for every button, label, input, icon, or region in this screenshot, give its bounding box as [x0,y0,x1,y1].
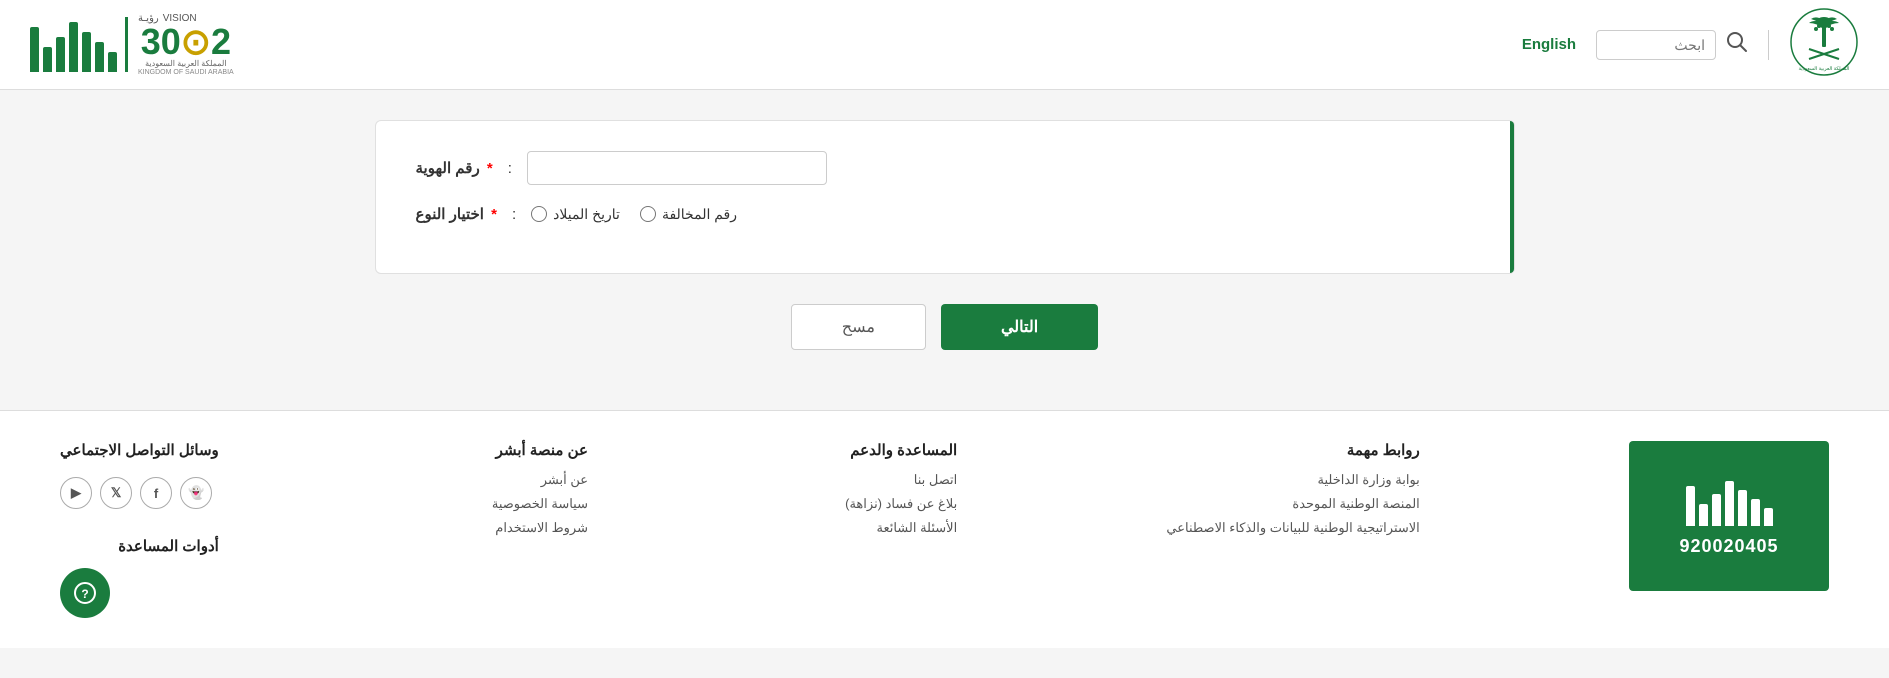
social-icons-group: 👻 f 𝕏 ▶ [60,477,219,509]
header-right: VISION رؤيـة 2⊙30 المملكة العربية السعود… [30,13,234,76]
absher-bars-logo [30,17,128,72]
type-selection-row: تاريخ الميلاد رقم المخالفة : * اختيار ال… [416,205,1474,223]
footer-link-corruption[interactable]: بلاغ عن فساد (نزاهة) [797,496,957,512]
kingdom-label: المملكة العربية السعودية [138,60,234,69]
saudi-emblem: المملكة العربية السعودية [1789,7,1859,82]
header-search [1596,30,1769,60]
id-number-input[interactable] [527,151,827,185]
next-button[interactable]: التالي [941,304,1098,350]
about-absher-title: عن منصة أبشر [428,441,588,459]
type-colon: : [512,206,516,223]
footer-link-ai-strategy[interactable]: الاستراتيجية الوطنية للبيانات والذكاء ال… [1166,520,1419,536]
snapchat-icon[interactable]: 👻 [180,477,212,509]
footer-absher-bars [1686,476,1773,526]
violation-number-option[interactable]: رقم المخالفة [640,206,737,223]
header: المملكة العربية السعودية English VISION … [0,0,1889,90]
footer-link-interior[interactable]: بوابة وزارة الداخلية [1166,472,1419,488]
footer-absher-block: 920020405 [1629,441,1829,591]
vision-2030-logo: VISION رؤيـة 2⊙30 المملكة العربية السعود… [138,13,234,76]
id-number-row: : * رقم الهوية [416,151,1474,185]
type-required-star: * [491,206,497,223]
form-card: : * رقم الهوية تاريخ الميلاد رقم المخالف… [375,120,1515,274]
id-colon: : [508,160,512,177]
type-label-text: اختيار النوع [416,206,484,223]
vision-2030-number: 2⊙30 [138,24,234,60]
footer-support: المساعدة والدعم اتصل بنا بلاغ عن فساد (ن… [797,441,957,536]
tools-title: أدوات المساعدة [60,537,219,555]
footer-about-absher: عن منصة أبشر عن أبشر سياسة الخصوصية شروط… [428,441,588,536]
id-label: * رقم الهوية [416,159,493,177]
svg-text:?: ? [81,587,88,601]
footer-phone: 920020405 [1679,536,1778,557]
footer-link-privacy[interactable]: سياسة الخصوصية [428,496,588,512]
id-required-star: * [487,160,493,177]
footer: 920020405 روابط مهمة بوابة وزارة الداخلي… [0,410,1889,648]
header-left: المملكة العربية السعودية English [1522,7,1859,82]
footer-social-section: وسائل التواصل الاجتماعي 👻 f 𝕏 ▶ أدوات ال… [60,441,219,618]
birth-date-radio[interactable] [531,206,547,222]
footer-main: 920020405 روابط مهمة بوابة وزارة الداخلي… [0,411,1889,648]
footer-link-terms[interactable]: شروط الاستخدام [428,520,588,536]
violation-radio[interactable] [640,206,656,222]
type-radio-group: تاريخ الميلاد رقم المخالفة [531,206,737,223]
clear-button[interactable]: مسح [791,304,926,350]
main-content: : * رقم الهوية تاريخ الميلاد رقم المخالف… [345,120,1545,350]
footer-link-faq[interactable]: الأسئلة الشائعة [797,520,957,536]
birth-date-option[interactable]: تاريخ الميلاد [531,206,620,223]
youtube-icon[interactable]: ▶ [60,477,92,509]
footer-link-contact[interactable]: اتصل بنا [797,472,957,488]
kingdom-en-label: KINGDOM OF SAUDI ARABIA [138,69,234,77]
footer-important-links: روابط مهمة بوابة وزارة الداخلية المنصة ا… [1166,441,1419,536]
form-buttons: التالي مسح [375,304,1515,350]
svg-text:المملكة العربية السعودية: المملكة العربية السعودية [1799,66,1850,72]
tools-section: أدوات المساعدة ? [60,537,219,618]
help-tools-icon[interactable]: ? [60,568,110,618]
twitter-x-icon[interactable]: 𝕏 [100,477,132,509]
important-links-title: روابط مهمة [1166,441,1419,459]
search-icon[interactable] [1726,31,1748,58]
type-label: * اختيار النوع [416,205,497,223]
facebook-icon[interactable]: f [140,477,172,509]
search-input[interactable] [1596,30,1716,60]
footer-link-about[interactable]: عن أبشر [428,472,588,488]
id-label-text: رقم الهوية [416,160,480,177]
violation-number-label: رقم المخالفة [662,206,737,223]
footer-link-national-platform[interactable]: المنصة الوطنية الموحدة [1166,496,1419,512]
birth-date-label: تاريخ الميلاد [553,206,620,223]
social-title: وسائل التواصل الاجتماعي [60,441,219,459]
language-toggle[interactable]: English [1522,36,1576,53]
support-title: المساعدة والدعم [797,441,957,459]
